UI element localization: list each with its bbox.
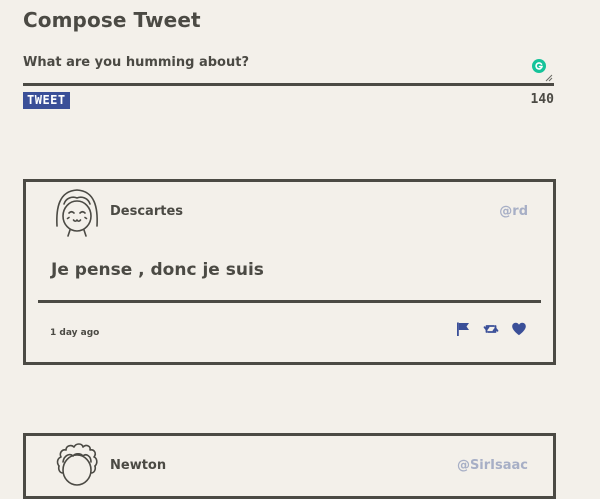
card-divider — [38, 300, 541, 303]
flag-icon[interactable] — [455, 321, 471, 337]
girl-avatar-icon — [56, 189, 98, 237]
tweet-textarea-wrapper — [23, 53, 554, 86]
author-handle[interactable]: @SirIsaac — [457, 458, 528, 473]
heart-icon[interactable] — [511, 321, 527, 337]
retweet-icon[interactable] — [483, 321, 499, 337]
grammarly-icon[interactable] — [532, 59, 546, 73]
author-name[interactable]: Newton — [110, 458, 166, 473]
author-handle[interactable]: @rd — [499, 204, 528, 219]
compose-title: Compose Tweet — [23, 8, 201, 32]
tweet-button[interactable]: TWEET — [23, 92, 70, 109]
tweet-timestamp: 1 day ago — [50, 328, 100, 338]
tweet-card: Newton @SirIsaac — [23, 433, 556, 499]
character-counter: 140 — [530, 92, 554, 107]
tweet-text: Je pense , donc je suis — [51, 260, 264, 280]
tweet-textarea[interactable] — [23, 53, 554, 83]
compose-section: Compose Tweet TWEET 140 — [23, 8, 554, 109]
resize-handle-icon[interactable] — [545, 74, 553, 82]
curly-hair-avatar-icon — [56, 443, 98, 486]
tweet-card: Descartes @rd Je pense , donc je suis 1 … — [23, 179, 556, 365]
tweet-actions — [455, 321, 527, 337]
author-name[interactable]: Descartes — [110, 204, 183, 219]
